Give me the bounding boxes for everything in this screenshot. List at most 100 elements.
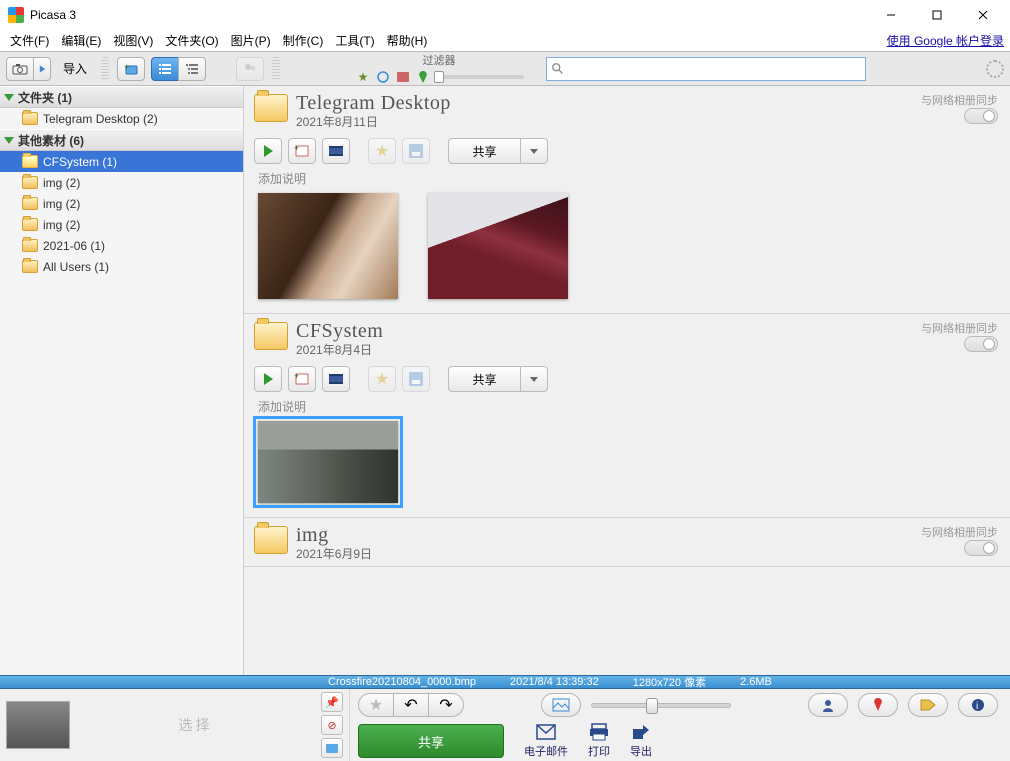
google-login-link[interactable]: 使用 Google 帐户登录 — [887, 32, 1004, 49]
plus-folder-icon: + — [123, 62, 139, 76]
album-title[interactable]: Telegram Desktop — [296, 92, 451, 115]
folder-icon[interactable] — [254, 322, 288, 350]
svg-text:i: i — [976, 701, 978, 712]
rotate-ccw-icon: ↶ — [404, 695, 417, 715]
rotate-ccw-button[interactable]: ↶ — [393, 693, 429, 717]
search-input[interactable] — [565, 62, 861, 76]
add-photos-button[interactable]: + — [288, 366, 316, 392]
folder-icon — [22, 197, 38, 210]
tags-button[interactable] — [908, 693, 948, 717]
toolbar-grip — [101, 57, 109, 80]
zoom-image-button[interactable] — [541, 693, 581, 717]
geotag-button[interactable] — [858, 693, 898, 717]
share-dropdown-button[interactable] — [520, 138, 548, 164]
share-dropdown-button[interactable] — [520, 366, 548, 392]
sync-toggle[interactable] — [964, 108, 998, 124]
share-big-button[interactable]: 共享 — [358, 724, 504, 758]
window-maximize-button[interactable] — [914, 1, 960, 29]
caption-hint[interactable]: 添加说明 — [258, 398, 1000, 415]
clear-tray-button[interactable]: ⊘ — [321, 715, 343, 735]
camera-icon-button[interactable] — [6, 57, 34, 81]
menu-folder[interactable]: 文件夹(O) — [161, 30, 222, 51]
sidebar-item-label: All Users (1) — [43, 260, 109, 274]
properties-button[interactable]: i — [958, 693, 998, 717]
menu-picture[interactable]: 图片(P) — [227, 30, 275, 51]
email-action[interactable]: 电子邮件 — [524, 723, 568, 759]
sidebar-section-folders[interactable]: 文件夹 (1) — [0, 86, 243, 108]
filter-video-button[interactable] — [394, 68, 412, 86]
folder-icon[interactable] — [254, 526, 288, 554]
thumbnail[interactable] — [258, 193, 398, 299]
share-button[interactable]: 共享 — [448, 138, 520, 164]
import-button[interactable]: 导入 — [57, 57, 93, 81]
add-to-album-button[interactable] — [321, 738, 343, 758]
caption-hint[interactable]: 添加说明 — [258, 170, 1000, 187]
sidebar-item-telegram[interactable]: Telegram Desktop (2) — [0, 108, 243, 129]
circle-cross-icon: ⊘ — [327, 719, 336, 732]
camera-import-group — [6, 57, 51, 81]
album-title[interactable]: CFSystem — [296, 320, 383, 343]
sidebar-item-img-1[interactable]: img (2) — [0, 172, 243, 193]
camera-dropdown-button[interactable] — [33, 57, 51, 81]
tag-people-button[interactable] — [808, 693, 848, 717]
sidebar-section-label: 文件夹 (1) — [18, 89, 72, 106]
menu-tools[interactable]: 工具(T) — [331, 30, 378, 51]
toolbar-grip-2 — [272, 57, 280, 80]
main-content[interactable]: 与网络相册同步 Telegram Desktop 2021年8月11日 + ★ — [244, 86, 1010, 675]
print-action[interactable]: 打印 — [588, 723, 610, 759]
export-action[interactable]: 导出 — [630, 723, 652, 759]
share-button[interactable]: 共享 — [448, 366, 520, 392]
svg-text:+: + — [124, 62, 129, 72]
sync-toggle[interactable] — [964, 540, 998, 556]
sync-label: 与网络相册同步 — [921, 320, 998, 336]
sync-toggle[interactable] — [964, 336, 998, 352]
rotate-cw-button[interactable]: ↷ — [428, 693, 464, 717]
window-minimize-button[interactable] — [868, 1, 914, 29]
menu-create[interactable]: 制作(C) — [279, 30, 328, 51]
menu-help[interactable]: 帮助(H) — [383, 30, 432, 51]
sidebar-item-all-users[interactable]: All Users (1) — [0, 256, 243, 277]
view-list-button[interactable] — [151, 57, 179, 81]
people-icon — [242, 62, 258, 76]
album-date: 2021年6月9日 — [296, 545, 372, 562]
export-label: 导出 — [630, 743, 652, 759]
slideshow-button[interactable] — [254, 138, 282, 164]
collapse-icon — [4, 94, 14, 101]
album-date: 2021年8月4日 — [296, 341, 383, 358]
filter-date-slider[interactable] — [434, 75, 524, 79]
filter-face-button[interactable] — [374, 68, 392, 86]
tray-thumbnail[interactable] — [6, 701, 70, 749]
search-icon — [551, 62, 565, 76]
star-toggle-button[interactable]: ★ — [358, 693, 394, 717]
add-photos-button[interactable]: + — [288, 138, 316, 164]
menu-view[interactable]: 视图(V) — [109, 30, 157, 51]
folder-icon — [22, 260, 38, 273]
filter-star-button[interactable]: ★ — [354, 68, 372, 86]
activity-spinner-icon — [986, 60, 1004, 78]
pin-button[interactable]: 📌 — [321, 692, 343, 712]
sidebar-item-cfsystem[interactable]: CFSystem (1) — [0, 151, 243, 172]
thumbnail[interactable] — [428, 193, 568, 299]
folder-icon[interactable] — [254, 94, 288, 122]
tree-icon — [185, 63, 199, 75]
movie-button[interactable] — [322, 366, 350, 392]
view-tree-button[interactable] — [178, 57, 206, 81]
sidebar-item-2021-06[interactable]: 2021-06 (1) — [0, 235, 243, 256]
menu-file[interactable]: 文件(F) — [6, 30, 53, 51]
camera-icon — [12, 63, 28, 75]
sidebar-item-img-2[interactable]: img (2) — [0, 193, 243, 214]
thumbnail-selected[interactable] — [258, 421, 398, 503]
zoom-slider[interactable] — [591, 703, 731, 708]
folder-icon — [22, 155, 38, 168]
album-title[interactable]: img — [296, 524, 372, 547]
sidebar-item-img-3[interactable]: img (2) — [0, 214, 243, 235]
slideshow-button[interactable] — [254, 366, 282, 392]
menu-edit[interactable]: 编辑(E) — [57, 30, 105, 51]
photo-plus-icon: + — [294, 372, 310, 386]
sidebar-section-other[interactable]: 其他素材 (6) — [0, 129, 243, 151]
window-close-button[interactable] — [960, 1, 1006, 29]
filter-geo-button[interactable] — [414, 68, 432, 86]
add-folder-button[interactable]: + — [117, 57, 145, 81]
search-box[interactable] — [546, 57, 866, 81]
movie-button[interactable] — [322, 138, 350, 164]
